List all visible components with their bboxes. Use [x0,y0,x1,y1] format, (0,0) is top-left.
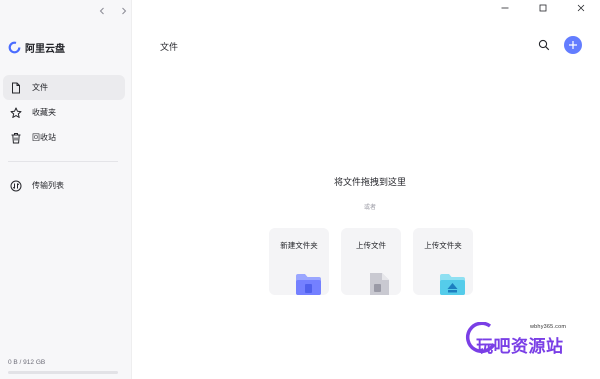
history-nav [96,5,130,17]
sidebar-item-label: 回收站 [32,133,56,142]
drop-zone-title: 将文件拖拽到这里 [333,177,406,187]
app-name: 阿里云盘 [25,44,65,55]
transfer-icon [9,179,23,193]
file-icon [9,81,23,95]
back-button[interactable] [96,5,108,17]
sidebar-item-files[interactable]: 文件 [3,75,125,100]
maximize-button[interactable] [524,0,562,16]
card-label: 上传文件夹 [424,241,462,250]
watermark-text: 玩吧资源站 [476,337,564,356]
sidebar-item-recycle-bin[interactable]: 回收站 [3,125,125,150]
search-icon [538,39,550,51]
sidebar-item-label: 收藏夹 [32,108,56,117]
aliyun-drive-logo-icon [8,41,21,54]
card-label: 上传文件 [356,241,386,250]
search-button[interactable] [537,38,551,52]
sidebar-item-label: 文件 [32,83,48,92]
sidebar: 阿里云盘 文件 收藏夹 回收站 传输列表 0 B / 912 GB [0,0,132,379]
file-grey-icon [370,273,389,295]
drop-zone-or: 或者 [363,205,376,211]
close-icon [577,4,585,12]
chevron-left-icon [99,7,104,15]
minimize-icon [501,7,509,9]
sidebar-item-favorites[interactable]: 收藏夹 [3,100,125,125]
folder-purple-icon [296,274,321,295]
storage-usage-bar [8,371,118,374]
card-label: 新建文件夹 [280,241,318,250]
forward-button[interactable] [118,5,130,17]
new-folder-card[interactable]: 新建文件夹 [269,228,329,295]
storage-usage-text: 0 B / 912 GB [8,359,46,366]
star-icon [9,106,23,120]
watermark: wbhy365.com 玩吧资源站 [464,322,588,356]
sidebar-divider [8,161,118,162]
upload-folder-card[interactable]: 上传文件夹 [413,228,473,295]
app-logo: 阿里云盘 [8,40,65,55]
upload-file-card[interactable]: 上传文件 [341,228,401,295]
trash-icon [9,131,23,145]
add-button[interactable] [564,36,582,54]
close-button[interactable] [562,0,600,16]
folder-upload-icon [440,274,465,295]
sidebar-item-transfers[interactable]: 传输列表 [3,173,125,198]
plus-icon [569,41,577,49]
window-controls [486,0,600,16]
minimize-button[interactable] [486,0,524,16]
sidebar-item-label: 传输列表 [32,181,64,190]
maximize-icon [539,4,547,12]
watermark-url: wbhy365.com [530,324,567,330]
chevron-right-icon [122,7,127,15]
page-title: 文件 [160,42,179,52]
